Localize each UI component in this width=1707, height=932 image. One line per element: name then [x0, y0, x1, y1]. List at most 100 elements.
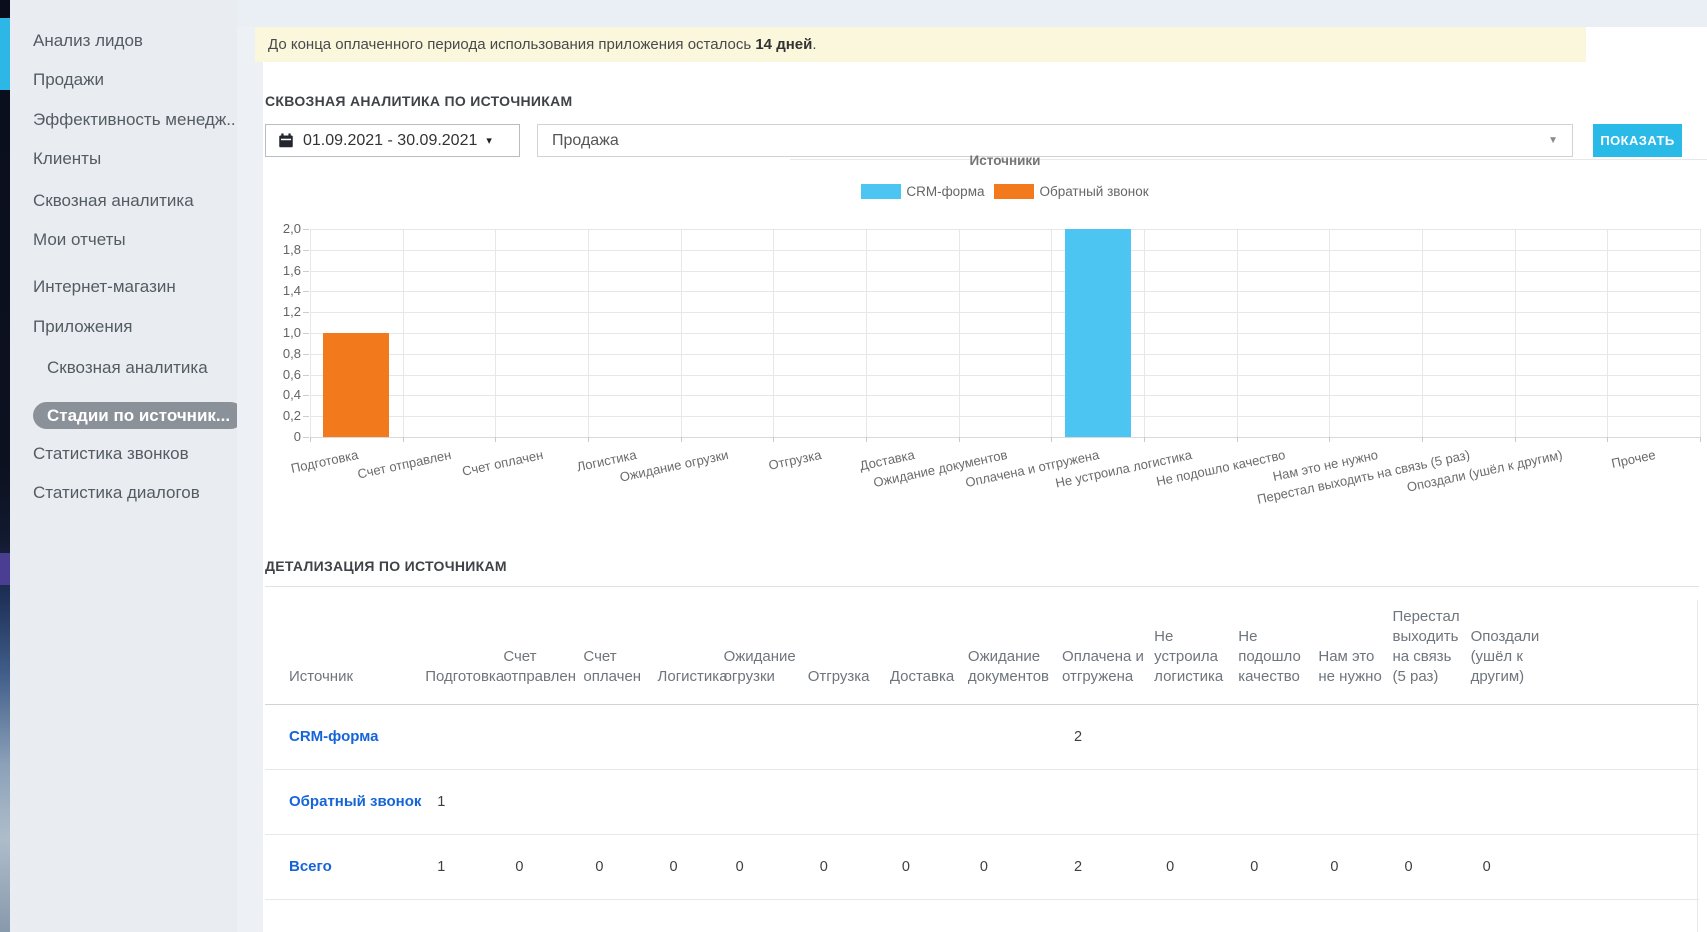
gridline-h: [310, 375, 1700, 376]
x-tick-mark: [1422, 437, 1423, 442]
x-tick-mark: [403, 437, 404, 442]
table-cell: 0: [1238, 834, 1318, 899]
x-tick-mark: [1700, 437, 1701, 442]
sidebar-item-1[interactable]: Продажи: [33, 70, 104, 90]
table-cell-filler: [1555, 769, 1699, 834]
column-header-4: Логистика: [658, 587, 724, 704]
table-cell: 1: [425, 834, 503, 899]
menu-strip-purple-segment: [0, 553, 10, 585]
y-tick-mark: [303, 354, 309, 355]
column-header-14: Опоздали (ушёл к другим): [1471, 587, 1555, 704]
source-link-0[interactable]: CRM-форма: [265, 704, 425, 769]
sidebar-item-7[interactable]: Приложения: [33, 317, 132, 337]
column-header-6: Отгрузка: [808, 587, 890, 704]
sidebar-item-0[interactable]: Анализ лидов: [33, 31, 143, 51]
legend-entry-0: CRM-форма: [861, 184, 984, 199]
sidebar-item-2[interactable]: Эффективность менедж...: [33, 110, 240, 130]
y-tick-mark: [303, 375, 309, 376]
content-left-gutter: [237, 0, 263, 932]
column-header-11: Не подошло качество: [1238, 587, 1318, 704]
sidebar-item-11[interactable]: Статистика диалогов: [33, 483, 200, 503]
main-content: До конца оплаченного периода использован…: [237, 0, 1707, 932]
table-cell: [808, 769, 890, 834]
collapsed-main-menu-strip[interactable]: [0, 0, 10, 932]
bar-Обратный звонок-Подготовка: [323, 333, 389, 437]
gridline-h: [310, 354, 1700, 355]
source-link-2[interactable]: Всего: [265, 834, 425, 899]
analytics-sidebar: Анализ лидов Продажи Эффективность менедж.…: [10, 0, 237, 932]
content-top-band: [237, 0, 1707, 27]
column-header-filler: [1555, 587, 1699, 704]
x-category-label: Прочее: [1610, 447, 1657, 471]
table-cell: [968, 769, 1062, 834]
sidebar-item-9[interactable]: Стадии по источник...: [33, 402, 244, 429]
y-tick-mark: [303, 416, 309, 417]
table-cell: [1318, 704, 1392, 769]
gridline-v: [1607, 229, 1608, 437]
sidebar-item-3[interactable]: Клиенты: [33, 149, 101, 169]
column-header-12: Нам это не нужно: [1318, 587, 1392, 704]
gridline-v: [1700, 229, 1701, 437]
table-cell: [890, 704, 968, 769]
x-category-label: Отгрузка: [767, 447, 823, 473]
x-category-label: Счет отправлен: [356, 447, 452, 482]
table-cell: 2: [1062, 704, 1154, 769]
table-cell: 0: [1471, 834, 1555, 899]
column-header-3: Счет оплачен: [583, 587, 657, 704]
y-tick-label: 0,4: [237, 387, 301, 402]
y-tick-label: 1,4: [237, 283, 301, 298]
bar-CRM-форма-Оплачена и отгружена: [1065, 229, 1131, 437]
sidebar-item-8[interactable]: Сквозная аналитика: [47, 358, 208, 378]
x-tick-mark: [1329, 437, 1330, 442]
table-cell: [1392, 769, 1470, 834]
column-header-8: Ожидание документов: [968, 587, 1062, 704]
legend-entry-1: Обратный звонок: [994, 184, 1148, 199]
gridline-v: [310, 229, 311, 437]
table-cell: [724, 704, 808, 769]
y-tick-mark: [303, 271, 309, 272]
y-tick-label: 1,0: [237, 325, 301, 340]
table-row: CRM-форма 2: [265, 704, 1699, 769]
sidebar-item-4[interactable]: Сквозная аналитика: [33, 191, 194, 211]
y-tick-label: 2,0: [237, 221, 301, 236]
menu-strip-active-segment: [0, 18, 10, 90]
table-cell: 0: [583, 834, 657, 899]
table-cell: [1392, 704, 1470, 769]
table-cell: 0: [503, 834, 583, 899]
gridline-v: [1237, 229, 1238, 437]
table-cell: 0: [724, 834, 808, 899]
x-tick-mark: [1515, 437, 1516, 442]
section-title-detail: ДЕТАЛИЗАЦИЯ ПО ИСТОЧНИКАМ: [265, 558, 507, 574]
sidebar-item-10[interactable]: Статистика звонков: [33, 444, 189, 464]
gridline-v: [495, 229, 496, 437]
table-cell: [968, 704, 1062, 769]
gridline-h: [310, 416, 1700, 417]
column-header-5: Ожидание огрузки: [724, 587, 808, 704]
sidebar-item-5[interactable]: Мои отчеты: [33, 230, 126, 250]
sidebar-item-6[interactable]: Интернет-магазин: [33, 277, 176, 297]
column-header-2: Счет отправлен: [503, 587, 583, 704]
gridline-v: [866, 229, 867, 437]
date-caret-icon: ▾: [486, 134, 492, 147]
legend-label: Обратный звонок: [1039, 184, 1148, 199]
y-tick-mark: [303, 229, 309, 230]
table-cell: [503, 704, 583, 769]
y-tick-label: 0,8: [237, 346, 301, 361]
gridline-h: [310, 271, 1700, 272]
y-tick-mark: [303, 437, 309, 438]
table-cell: [1154, 704, 1238, 769]
table-cell: [1318, 769, 1392, 834]
table-cell: [1471, 769, 1555, 834]
gridline-h: [310, 291, 1700, 292]
x-tick-mark: [1051, 437, 1052, 442]
y-tick-label: 1,6: [237, 263, 301, 278]
gridline-h: [310, 229, 1700, 230]
source-link-1[interactable]: Обратный звонок: [265, 769, 425, 834]
table-cell: [1062, 769, 1154, 834]
gridline-v: [1329, 229, 1330, 437]
x-tick-mark: [588, 437, 589, 442]
legend-swatch-icon: [861, 184, 901, 199]
x-tick-mark: [1607, 437, 1608, 442]
gridline-v: [588, 229, 589, 437]
gridline-v: [1144, 229, 1145, 437]
